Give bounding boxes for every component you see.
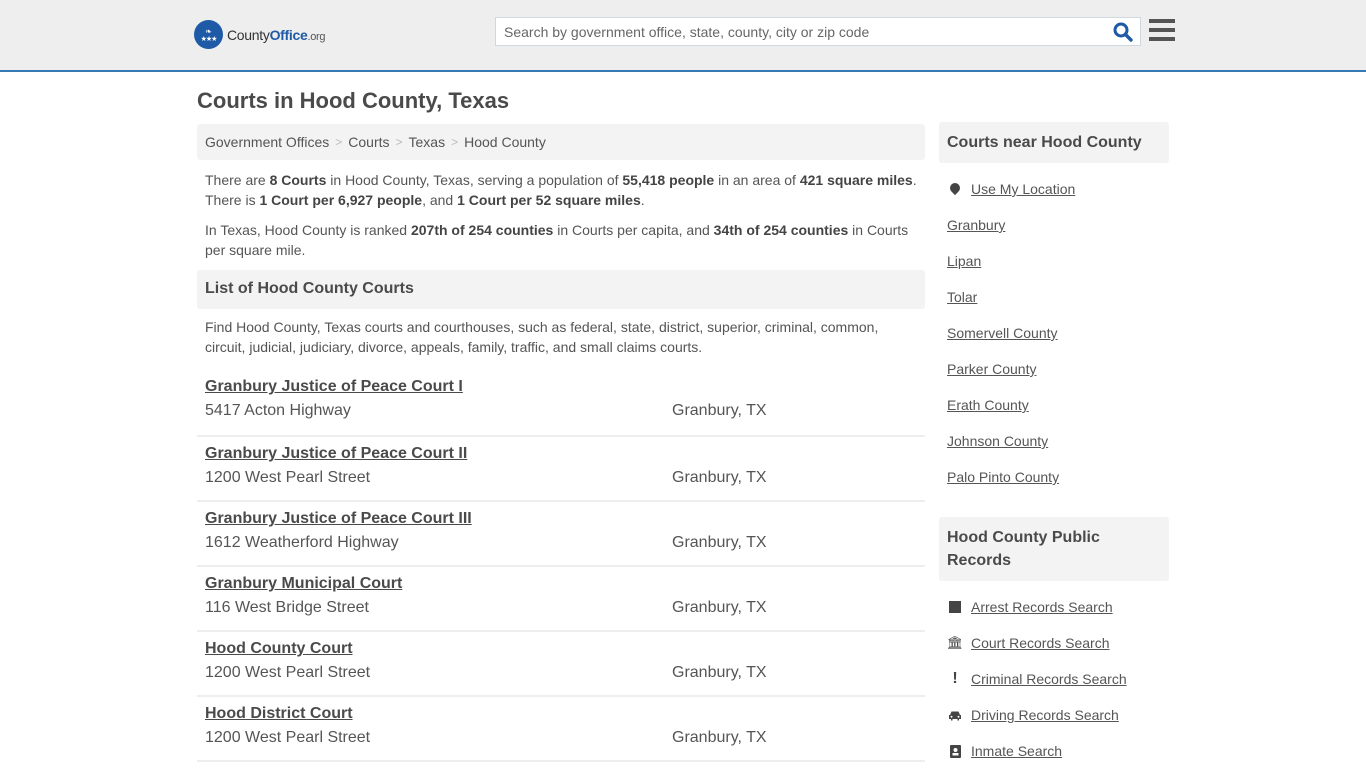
eagle-stars-logo-icon: ❧ ★★★ xyxy=(194,20,223,49)
nearby-link-granbury[interactable]: Granbury xyxy=(947,217,1005,233)
top-bar: ❧ ★★★ CountyOffice.org xyxy=(0,0,1366,72)
court-address: 116 West Bridge Street xyxy=(205,599,369,616)
nearby-courts-list: Use My Location Granbury Lipan Tolar Som… xyxy=(939,163,1169,495)
public-records-list: Arrest Records Search 🏛︎ Court Records S… xyxy=(939,581,1169,769)
court-records-link[interactable]: Court Records Search xyxy=(971,635,1110,651)
court-list-item: Hood District Court 1200 West Pearl Stre… xyxy=(197,697,925,762)
court-address: 5417 Acton Highway xyxy=(205,402,351,419)
records-link-item: Inmate Search xyxy=(947,733,1161,769)
court-name-link[interactable]: Granbury Municipal Court xyxy=(205,575,402,593)
nearby-link-item: Palo Pinto County xyxy=(947,459,1161,495)
nearby-link-johnson-county[interactable]: Johnson County xyxy=(947,433,1048,449)
breadcrumb-government-offices[interactable]: Government Offices xyxy=(205,134,329,150)
breadcrumb-texas[interactable]: Texas xyxy=(409,134,446,150)
nearby-link-parker-county[interactable]: Parker County xyxy=(947,361,1036,377)
court-name-link[interactable]: Hood District Court xyxy=(205,705,353,723)
arrest-square-icon xyxy=(947,601,963,613)
sidebar: Courts near Hood County Use My Location … xyxy=(939,122,1169,769)
court-name-link[interactable]: Hood County Court xyxy=(205,640,353,658)
breadcrumb-separator: > xyxy=(335,135,343,149)
inmate-search-link[interactable]: Inmate Search xyxy=(971,743,1062,759)
court-list-item: Hood County Court 1200 West Pearl Street… xyxy=(197,632,925,697)
court-city: Granbury, TX xyxy=(672,402,767,419)
court-list-item: Granbury Justice of Peace Court II 1200 … xyxy=(197,437,925,502)
breadcrumb-separator: > xyxy=(451,135,459,149)
driving-records-link[interactable]: Driving Records Search xyxy=(971,707,1119,723)
court-name-link[interactable]: Granbury Justice of Peace Court I xyxy=(205,378,463,396)
court-list-item: Granbury Municipal Court 116 West Bridge… xyxy=(197,567,925,632)
exclamation-icon: ! xyxy=(952,670,958,687)
court-city: Granbury, TX xyxy=(672,534,767,551)
hamburger-menu-icon[interactable] xyxy=(1149,19,1175,43)
public-records-heading: Hood County Public Records xyxy=(939,517,1169,581)
nearby-link-lipan[interactable]: Lipan xyxy=(947,253,981,269)
court-list-item: Granbury Justice of Peace Court III 1612… xyxy=(197,502,925,567)
car-icon xyxy=(947,710,963,721)
use-location-item: Use My Location xyxy=(947,171,1161,207)
court-name-link[interactable]: Granbury Justice of Peace Court II xyxy=(205,445,467,463)
court-city: Granbury, TX xyxy=(672,599,767,616)
search-input[interactable] xyxy=(496,18,1106,45)
nearby-link-item: Granbury xyxy=(947,207,1161,243)
court-address: 1612 Weatherford Highway xyxy=(205,534,399,551)
court-address: 1200 West Pearl Street xyxy=(205,664,371,681)
summary-paragraph: There are 8 Courts in Hood County, Texas… xyxy=(205,172,917,208)
nearby-link-palo-pinto-county[interactable]: Palo Pinto County xyxy=(947,469,1059,485)
nearby-link-tolar[interactable]: Tolar xyxy=(947,289,977,305)
search-button[interactable] xyxy=(1112,21,1134,43)
page-title: Courts in Hood County, Texas xyxy=(197,88,510,113)
court-list-heading: List of Hood County Courts xyxy=(197,270,925,309)
arrest-records-link[interactable]: Arrest Records Search xyxy=(971,599,1113,615)
nearby-link-item: Erath County xyxy=(947,387,1161,423)
courthouse-icon: 🏛︎ xyxy=(946,635,964,650)
court-name-link[interactable]: Granbury Justice of Peace Court III xyxy=(205,510,472,528)
logo-text: CountyOffice.org xyxy=(227,26,326,43)
court-city: Granbury, TX xyxy=(672,469,767,486)
breadcrumb-separator: > xyxy=(395,135,403,149)
search-icon xyxy=(1113,22,1133,42)
records-link-item: ! Criminal Records Search xyxy=(947,661,1161,697)
ranking-paragraph: In Texas, Hood County is ranked 207th of… xyxy=(205,222,909,258)
nearby-link-item: Tolar xyxy=(947,279,1161,315)
site-logo[interactable]: ❧ ★★★ CountyOffice.org xyxy=(194,20,326,49)
records-link-item: Arrest Records Search xyxy=(947,589,1161,625)
court-list: Granbury Justice of Peace Court I 5417 A… xyxy=(197,375,925,762)
nearby-link-item: Johnson County xyxy=(947,423,1161,459)
use-my-location-link[interactable]: Use My Location xyxy=(971,181,1075,197)
court-city: Granbury, TX xyxy=(672,664,767,681)
court-list-item: Granbury Justice of Peace Court I 5417 A… xyxy=(197,375,925,437)
breadcrumb-courts[interactable]: Courts xyxy=(348,134,389,150)
id-badge-icon xyxy=(947,744,963,758)
intro-text: There are 8 Courts in Hood County, Texas… xyxy=(197,160,925,260)
nearby-link-item: Somervell County xyxy=(947,315,1161,351)
records-link-item: 🏛︎ Court Records Search xyxy=(947,625,1161,661)
main-content: Government Offices > Courts > Texas > Ho… xyxy=(197,124,925,762)
nearby-link-erath-county[interactable]: Erath County xyxy=(947,397,1029,413)
court-city: Granbury, TX xyxy=(672,729,767,746)
breadcrumb-hood-county[interactable]: Hood County xyxy=(464,134,546,150)
records-link-item: Driving Records Search xyxy=(947,697,1161,733)
search-box xyxy=(495,17,1141,46)
nearby-link-item: Parker County xyxy=(947,351,1161,387)
nearby-courts-heading: Courts near Hood County xyxy=(939,122,1169,163)
court-list-description: Find Hood County, Texas courts and court… xyxy=(205,319,879,355)
nearby-link-item: Lipan xyxy=(947,243,1161,279)
criminal-records-link[interactable]: Criminal Records Search xyxy=(971,671,1127,687)
court-address: 1200 West Pearl Street xyxy=(205,469,371,486)
court-address: 1200 West Pearl Street xyxy=(205,729,371,746)
nearby-link-somervell-county[interactable]: Somervell County xyxy=(947,325,1058,341)
breadcrumb: Government Offices > Courts > Texas > Ho… xyxy=(197,124,925,160)
map-pin-icon xyxy=(947,180,963,196)
